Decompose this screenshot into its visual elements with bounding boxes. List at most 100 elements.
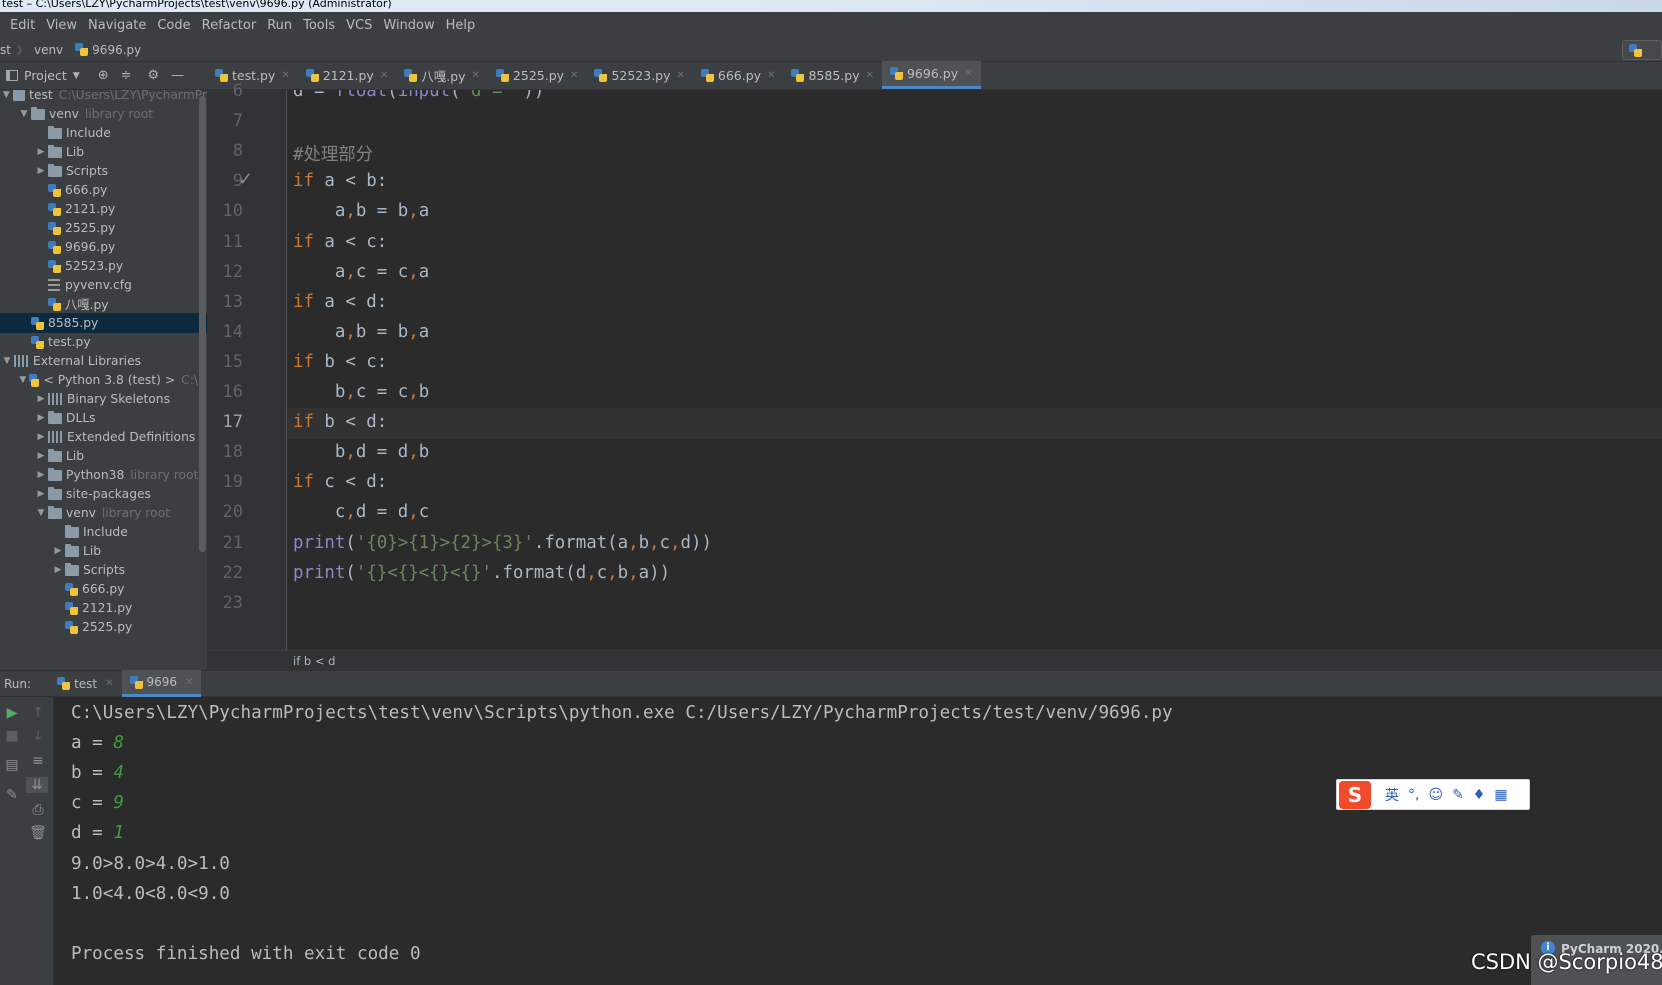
expand-arrow-icon[interactable]: ▼ [0,90,13,100]
tree-item[interactable]: 2525.py [0,617,207,637]
collapse-arrow-icon[interactable]: ▶ [34,451,48,461]
collapse-all-icon[interactable]: ≑ [121,68,132,83]
menu-window[interactable]: Window [383,18,434,33]
tree-item[interactable]: ▶ DLLs [0,408,207,428]
tree-item[interactable]: ▶ Binary Skeletons [0,389,207,409]
close-icon[interactable]: ✕ [767,70,775,81]
close-icon[interactable]: ✕ [105,678,113,689]
tree-item[interactable]: ▼ < Python 3.8 (test) > C:\U [0,370,207,390]
down-arrow-icon[interactable]: ↓ [28,728,48,744]
tree-item[interactable]: ▼ venv library root [0,503,207,523]
collapse-arrow-icon[interactable]: ▶ [34,394,48,404]
tree-item[interactable]: ▶ Lib [0,446,207,466]
tree-item[interactable]: ▼ test C:\Users\LZY\PycharmPr [0,90,207,105]
rerun-icon[interactable]: ▶ [2,705,22,721]
tree-item[interactable]: 9696.py [0,237,207,257]
expand-arrow-icon[interactable]: ▼ [34,508,48,518]
pen-icon[interactable]: ✎ [1452,787,1464,803]
scroll-to-end-icon[interactable]: ⇊ [26,777,48,793]
menu-vcs[interactable]: VCS [346,18,372,33]
close-icon[interactable]: ✕ [185,677,193,688]
tree-item[interactable]: 666.py [0,579,207,599]
tree-item[interactable]: 666.py [0,180,207,200]
close-icon[interactable]: ✕ [570,70,578,81]
collapse-arrow-icon[interactable]: ▶ [34,432,48,442]
tree-item[interactable]: 2121.py [0,598,207,618]
tree-item[interactable]: ▼ venv library root [0,104,207,124]
tree-item[interactable]: ▶ Lib [0,142,207,162]
run-tab[interactable]: test ✕ [49,670,121,697]
editor-tab[interactable]: 666.py ✕ [693,61,784,89]
collapse-arrow-icon[interactable]: ▶ [34,489,48,499]
expand-arrow-icon[interactable]: ▼ [17,109,31,119]
tree-item[interactable]: 八嘎.py [0,294,207,314]
close-icon[interactable]: ✕ [472,70,480,81]
project-panel-title[interactable]: Project [24,68,67,83]
run-console[interactable]: C:\Users\LZY\PycharmProjects\test\venv\S… [54,697,1662,985]
editor-breadcrumb[interactable]: if b < d [287,650,1662,670]
microphone-icon[interactable]: ♦ [1473,787,1486,803]
tree-item[interactable]: ▶ Scripts [0,560,207,580]
expand-arrow-icon[interactable]: ▼ [17,375,29,385]
tree-item[interactable]: 52523.py [0,256,207,276]
hide-panel-icon[interactable]: — [171,68,184,83]
editor-tab[interactable]: 2121.py ✕ [298,61,397,89]
print-icon[interactable]: ⎙ [28,802,48,818]
editor-tab[interactable]: 8585.py ✕ [783,61,882,89]
editor-tab[interactable]: 2525.py ✕ [488,61,587,89]
close-icon[interactable]: ✕ [866,70,874,81]
sogou-logo-icon[interactable]: S [1339,780,1371,809]
punctuation-icon[interactable]: °, [1408,787,1419,803]
breadcrumb-file[interactable]: 9696.py [75,43,141,57]
code-editor[interactable]: d = float(input('d = ')) #处理部分 if a < b: a… [287,90,1662,650]
tree-item[interactable]: 2121.py [0,199,207,219]
close-icon[interactable]: ✕ [380,70,388,81]
locate-target-icon[interactable]: ⊕ [98,68,109,83]
ime-language-toggle[interactable]: 英 [1385,785,1399,805]
pin-icon[interactable]: ✎ [2,787,22,803]
tree-item[interactable]: Include [0,123,207,143]
menu-edit[interactable]: Edit [10,18,35,33]
layout-icon[interactable]: ▤ [2,757,22,773]
grid-menu-icon[interactable]: ▦ [1494,787,1507,803]
collapse-arrow-icon[interactable]: ▶ [51,546,65,556]
dropdown-arrow-icon[interactable]: ▼ [73,71,80,81]
menu-navigate[interactable]: Navigate [88,18,146,33]
editor-tab[interactable]: 52523.py ✕ [586,61,692,89]
menu-code[interactable]: Code [157,18,190,33]
run-configuration-selector[interactable]: 96 [1622,40,1662,75]
collapse-arrow-icon[interactable]: ▶ [51,565,65,575]
collapse-arrow-icon[interactable]: ▶ [34,166,48,176]
collapse-arrow-icon[interactable]: ▶ [34,470,48,480]
close-icon[interactable]: ✕ [677,70,685,81]
tree-item[interactable]: 2525.py [0,218,207,238]
tree-item[interactable]: test.py [0,332,207,352]
up-arrow-icon[interactable]: ↑ [28,705,48,721]
menu-refactor[interactable]: Refactor [202,18,257,33]
breadcrumb-folder[interactable]: venv [34,43,63,57]
tree-item[interactable]: Include [0,522,207,542]
tree-item[interactable]: ▶ Lib [0,541,207,561]
menu-tools[interactable]: Tools [303,18,335,33]
tree-scrollbar[interactable] [199,96,206,552]
collapse-arrow-icon[interactable]: ▶ [34,147,48,157]
trash-icon[interactable]: 🗑 [28,825,48,841]
menu-run[interactable]: Run [267,18,292,33]
tree-item[interactable]: ▶ Extended Definitions [0,427,207,447]
collapse-arrow-icon[interactable]: ▶ [34,413,48,423]
tree-item[interactable]: ▶ site-packages [0,484,207,504]
tree-item[interactable]: ▶ Python38 library root [0,465,207,485]
close-icon[interactable]: ✕ [281,70,289,81]
editor-tab[interactable]: 八嘎.py ✕ [396,61,488,89]
menu-view[interactable]: View [46,18,77,33]
tree-item[interactable]: 8585.py [0,313,207,333]
tree-item[interactable]: pyvenv.cfg [0,275,207,295]
editor-tab[interactable]: 9696.py ✕ [881,61,981,89]
soft-wrap-icon[interactable]: ≡ [28,753,48,769]
run-tab[interactable]: 9696 ✕ [121,670,202,697]
tree-item[interactable]: ▼ External Libraries [0,351,207,371]
breadcrumb-root[interactable]: st [0,43,11,57]
expand-arrow-icon[interactable]: ▼ [0,356,14,366]
stop-icon[interactable]: ■ [2,728,22,744]
ime-toolbar[interactable]: S 英 °, ☺ ✎ ♦ ▦ [1336,779,1530,810]
